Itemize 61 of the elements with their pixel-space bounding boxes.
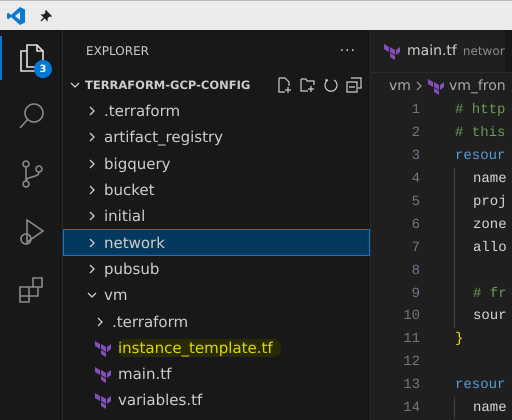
code-text: allo xyxy=(473,240,507,256)
code-text: # this xyxy=(455,125,506,142)
tree-item[interactable]: network xyxy=(63,229,370,256)
code-text: } xyxy=(455,331,464,348)
tree-item[interactable]: bigquery xyxy=(63,150,370,177)
terraform-file-icon xyxy=(383,42,401,60)
terraform-file-icon xyxy=(94,365,112,384)
tree-item[interactable]: main.tf xyxy=(63,360,370,388)
tree-item[interactable]: bucket xyxy=(63,176,370,204)
editor-tab[interactable]: main.tf networ xyxy=(371,30,505,72)
line-number: 6 xyxy=(410,216,420,233)
code-text: name xyxy=(473,171,507,188)
line-number: 1 xyxy=(410,102,420,118)
run-debug-icon[interactable] xyxy=(17,217,47,247)
tree-item[interactable]: .terraform xyxy=(63,98,370,124)
line-number: 9 xyxy=(410,286,420,302)
more-actions-icon[interactable]: ··· xyxy=(340,43,356,59)
line-number: 5 xyxy=(410,194,420,210)
terraform-file-icon xyxy=(426,77,445,95)
breadcrumb-item[interactable]: vm_fron xyxy=(448,78,506,94)
tree-item[interactable]: artifact_registry xyxy=(63,124,370,151)
code-text: resour xyxy=(455,148,506,164)
line-number: 13 xyxy=(402,377,420,394)
workspace-title[interactable]: TERRAFORM-GCP-CONFIG xyxy=(85,78,250,92)
new-folder-icon[interactable] xyxy=(300,77,316,93)
tree-item[interactable]: vm xyxy=(63,282,370,308)
tree-item[interactable]: pubsub xyxy=(63,256,370,282)
line-number: 12 xyxy=(402,354,420,370)
pin-icon[interactable] xyxy=(40,10,52,22)
line-number: 10 xyxy=(402,308,420,324)
tree-item[interactable]: .terraform xyxy=(63,308,370,335)
sidebar-title: EXPLORER xyxy=(86,44,149,58)
line-number: 14 xyxy=(402,400,420,416)
code-text: # fr xyxy=(473,286,507,302)
code-text: zone xyxy=(473,216,507,233)
files-icon[interactable] xyxy=(17,42,47,74)
search-icon[interactable] xyxy=(17,101,47,131)
line-number: 7 xyxy=(410,240,420,256)
new-file-icon[interactable] xyxy=(277,77,293,93)
activity-bar-item[interactable]: 3 xyxy=(0,36,62,80)
tree-item[interactable]: instance_template.tf xyxy=(63,334,370,361)
collapse-all-icon[interactable] xyxy=(346,77,362,93)
code-text: sour xyxy=(473,308,507,324)
tree-item[interactable]: initial xyxy=(63,203,370,230)
breadcrumb-separator-icon xyxy=(414,81,423,91)
line-number: 4 xyxy=(410,171,420,188)
count-badge: 3 xyxy=(34,60,52,78)
code-text: resour xyxy=(455,377,506,394)
breadcrumb-item[interactable]: vm xyxy=(389,78,411,94)
app-logo-icon xyxy=(6,6,26,26)
code-text: # http xyxy=(455,102,506,118)
line-number: 11 xyxy=(402,331,420,348)
terraform-file-icon xyxy=(94,391,112,410)
line-number: 8 xyxy=(410,262,420,279)
tree-item[interactable]: variables.tf xyxy=(63,387,370,414)
code-text: name xyxy=(473,400,507,416)
refresh-icon[interactable] xyxy=(323,77,339,93)
line-number: 2 xyxy=(410,125,420,142)
code-text: proj xyxy=(473,194,507,210)
terraform-file-icon xyxy=(94,338,112,357)
line-number: 3 xyxy=(410,148,420,164)
